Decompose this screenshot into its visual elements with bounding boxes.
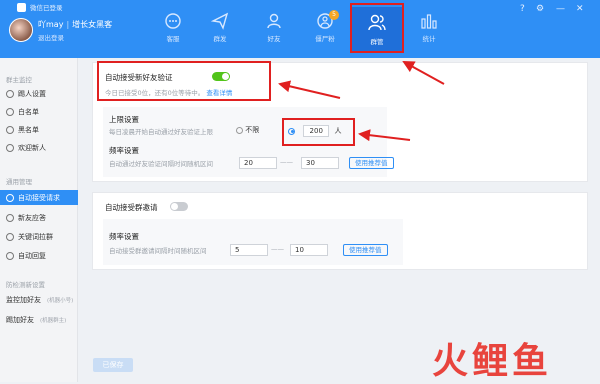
welcome-icon	[6, 143, 14, 152]
chat-icon	[165, 13, 181, 29]
freq-max-input[interactable]: 30	[301, 157, 339, 169]
nav-zombie-fans[interactable]: 5 僵尸粉	[305, 10, 345, 52]
limit-desc: 每日凌晨开始自动通过好友验证上限	[109, 128, 213, 136]
watermark-logo: 火鲤鱼	[432, 341, 553, 382]
highlight-box-limit	[282, 118, 355, 146]
sidebar-item-kick-settings[interactable]: 踢人设置	[0, 86, 78, 101]
group-freq-separator: ——	[271, 245, 284, 253]
group-freq-desc: 自动接受群邀请间隔时间随机区间	[109, 247, 207, 255]
help-icon[interactable]: ?	[520, 4, 525, 14]
group-settings-area	[103, 219, 403, 265]
keyword-icon	[6, 232, 14, 241]
user-name: 吖may | 增长女黑客	[38, 20, 113, 29]
sidebar-item-new-friend-reply[interactable]: 新友应答	[0, 210, 78, 225]
group-invite-panel: 自动接受群邀请 频率设置 自动接受群邀请间隔时间随机区间 5 —— 10 使用推…	[92, 192, 588, 270]
app-logo-icon	[17, 2, 26, 12]
zombie-badge: 5	[329, 10, 339, 20]
sidebar-item-auto-accept[interactable]: 自动接受请求	[0, 190, 78, 205]
no-limit-option[interactable]: 不限	[236, 125, 259, 135]
group-invite-title: 自动接受群邀请	[105, 203, 158, 212]
avatar[interactable]	[9, 18, 33, 42]
blacklist-icon	[6, 125, 14, 134]
sidebar-item-keyword-invite[interactable]: 关键词拉群	[0, 229, 78, 244]
freq-title: 频率设置	[109, 146, 139, 155]
sidebar-item-auto-reply[interactable]: 自动回复	[0, 248, 78, 263]
settings-icon[interactable]: ⚙	[536, 4, 544, 14]
freq-min-input[interactable]: 20	[239, 157, 277, 169]
whitelist-icon	[6, 107, 14, 116]
sidebar-item-monitor-add[interactable]: 监控加好友 (机器小号)	[0, 292, 78, 307]
sidebar-item-whitelist[interactable]: 白名单	[0, 104, 78, 119]
save-button[interactable]: 已保存	[93, 358, 133, 372]
group-freq-max-input[interactable]: 10	[290, 244, 328, 256]
freq-separator: ——	[280, 158, 293, 166]
minimize-icon[interactable]: —	[556, 4, 565, 14]
nav-statistics[interactable]: 统计	[409, 12, 449, 52]
login-status-text: 微信已登录	[30, 4, 63, 12]
nav-friends[interactable]: 好友	[254, 12, 294, 52]
login-status: 微信已登录	[17, 2, 63, 12]
stats-icon	[421, 14, 437, 29]
nav-label: 好友	[267, 35, 281, 43]
nav-label: 僵尸粉	[315, 35, 335, 43]
send-icon	[211, 12, 229, 30]
sidebar-group-title: 通用管理	[6, 178, 32, 186]
reply-icon	[6, 213, 14, 222]
sidebar: 群主监控 踢人设置 白名单 黑名单 欢迎新人 通用管理 自动接受请求 新友应答 …	[0, 58, 78, 382]
nav-broadcast[interactable]: 群发	[200, 12, 240, 52]
accept-icon	[6, 193, 14, 202]
sidebar-item-kick-add[interactable]: 踢加好友 (机器群主)	[0, 312, 78, 327]
group-freq-min-input[interactable]: 5	[230, 244, 268, 256]
nav-label: 统计	[422, 35, 436, 43]
user-remove-icon	[6, 89, 14, 98]
nav-customer-service[interactable]: 客服	[153, 12, 193, 52]
sidebar-group-title: 群主监控	[6, 76, 32, 84]
freq-desc: 自动通过好友验证间隔时间随机区间	[109, 160, 213, 168]
group-recommend-button[interactable]: 使用推荐值	[343, 244, 388, 256]
auto-reply-icon	[6, 251, 14, 260]
top-header: 微信已登录 吖may | 增长女黑客 退出登录 客服 群发 好友 5 僵尸粉 群管 …	[0, 0, 600, 58]
group-freq-title: 频率设置	[109, 232, 139, 241]
logout-link[interactable]: 退出登录	[38, 32, 64, 42]
sidebar-item-blacklist[interactable]: 黑名单	[0, 122, 78, 137]
nav-label: 群发	[213, 35, 227, 43]
group-invite-toggle[interactable]	[170, 202, 188, 211]
sidebar-group-title: 防检测新设置	[6, 281, 45, 289]
close-icon[interactable]: ✕	[576, 4, 584, 14]
limit-title: 上限设置	[109, 115, 139, 124]
highlight-box-toggle	[97, 61, 271, 101]
nav-label: 客服	[166, 35, 180, 43]
sidebar-item-welcome[interactable]: 欢迎新人	[0, 140, 78, 155]
highlight-box-nav	[350, 3, 404, 53]
no-limit-radio[interactable]	[236, 126, 243, 134]
friends-icon	[267, 13, 281, 29]
recommend-button[interactable]: 使用推荐值	[349, 157, 394, 169]
